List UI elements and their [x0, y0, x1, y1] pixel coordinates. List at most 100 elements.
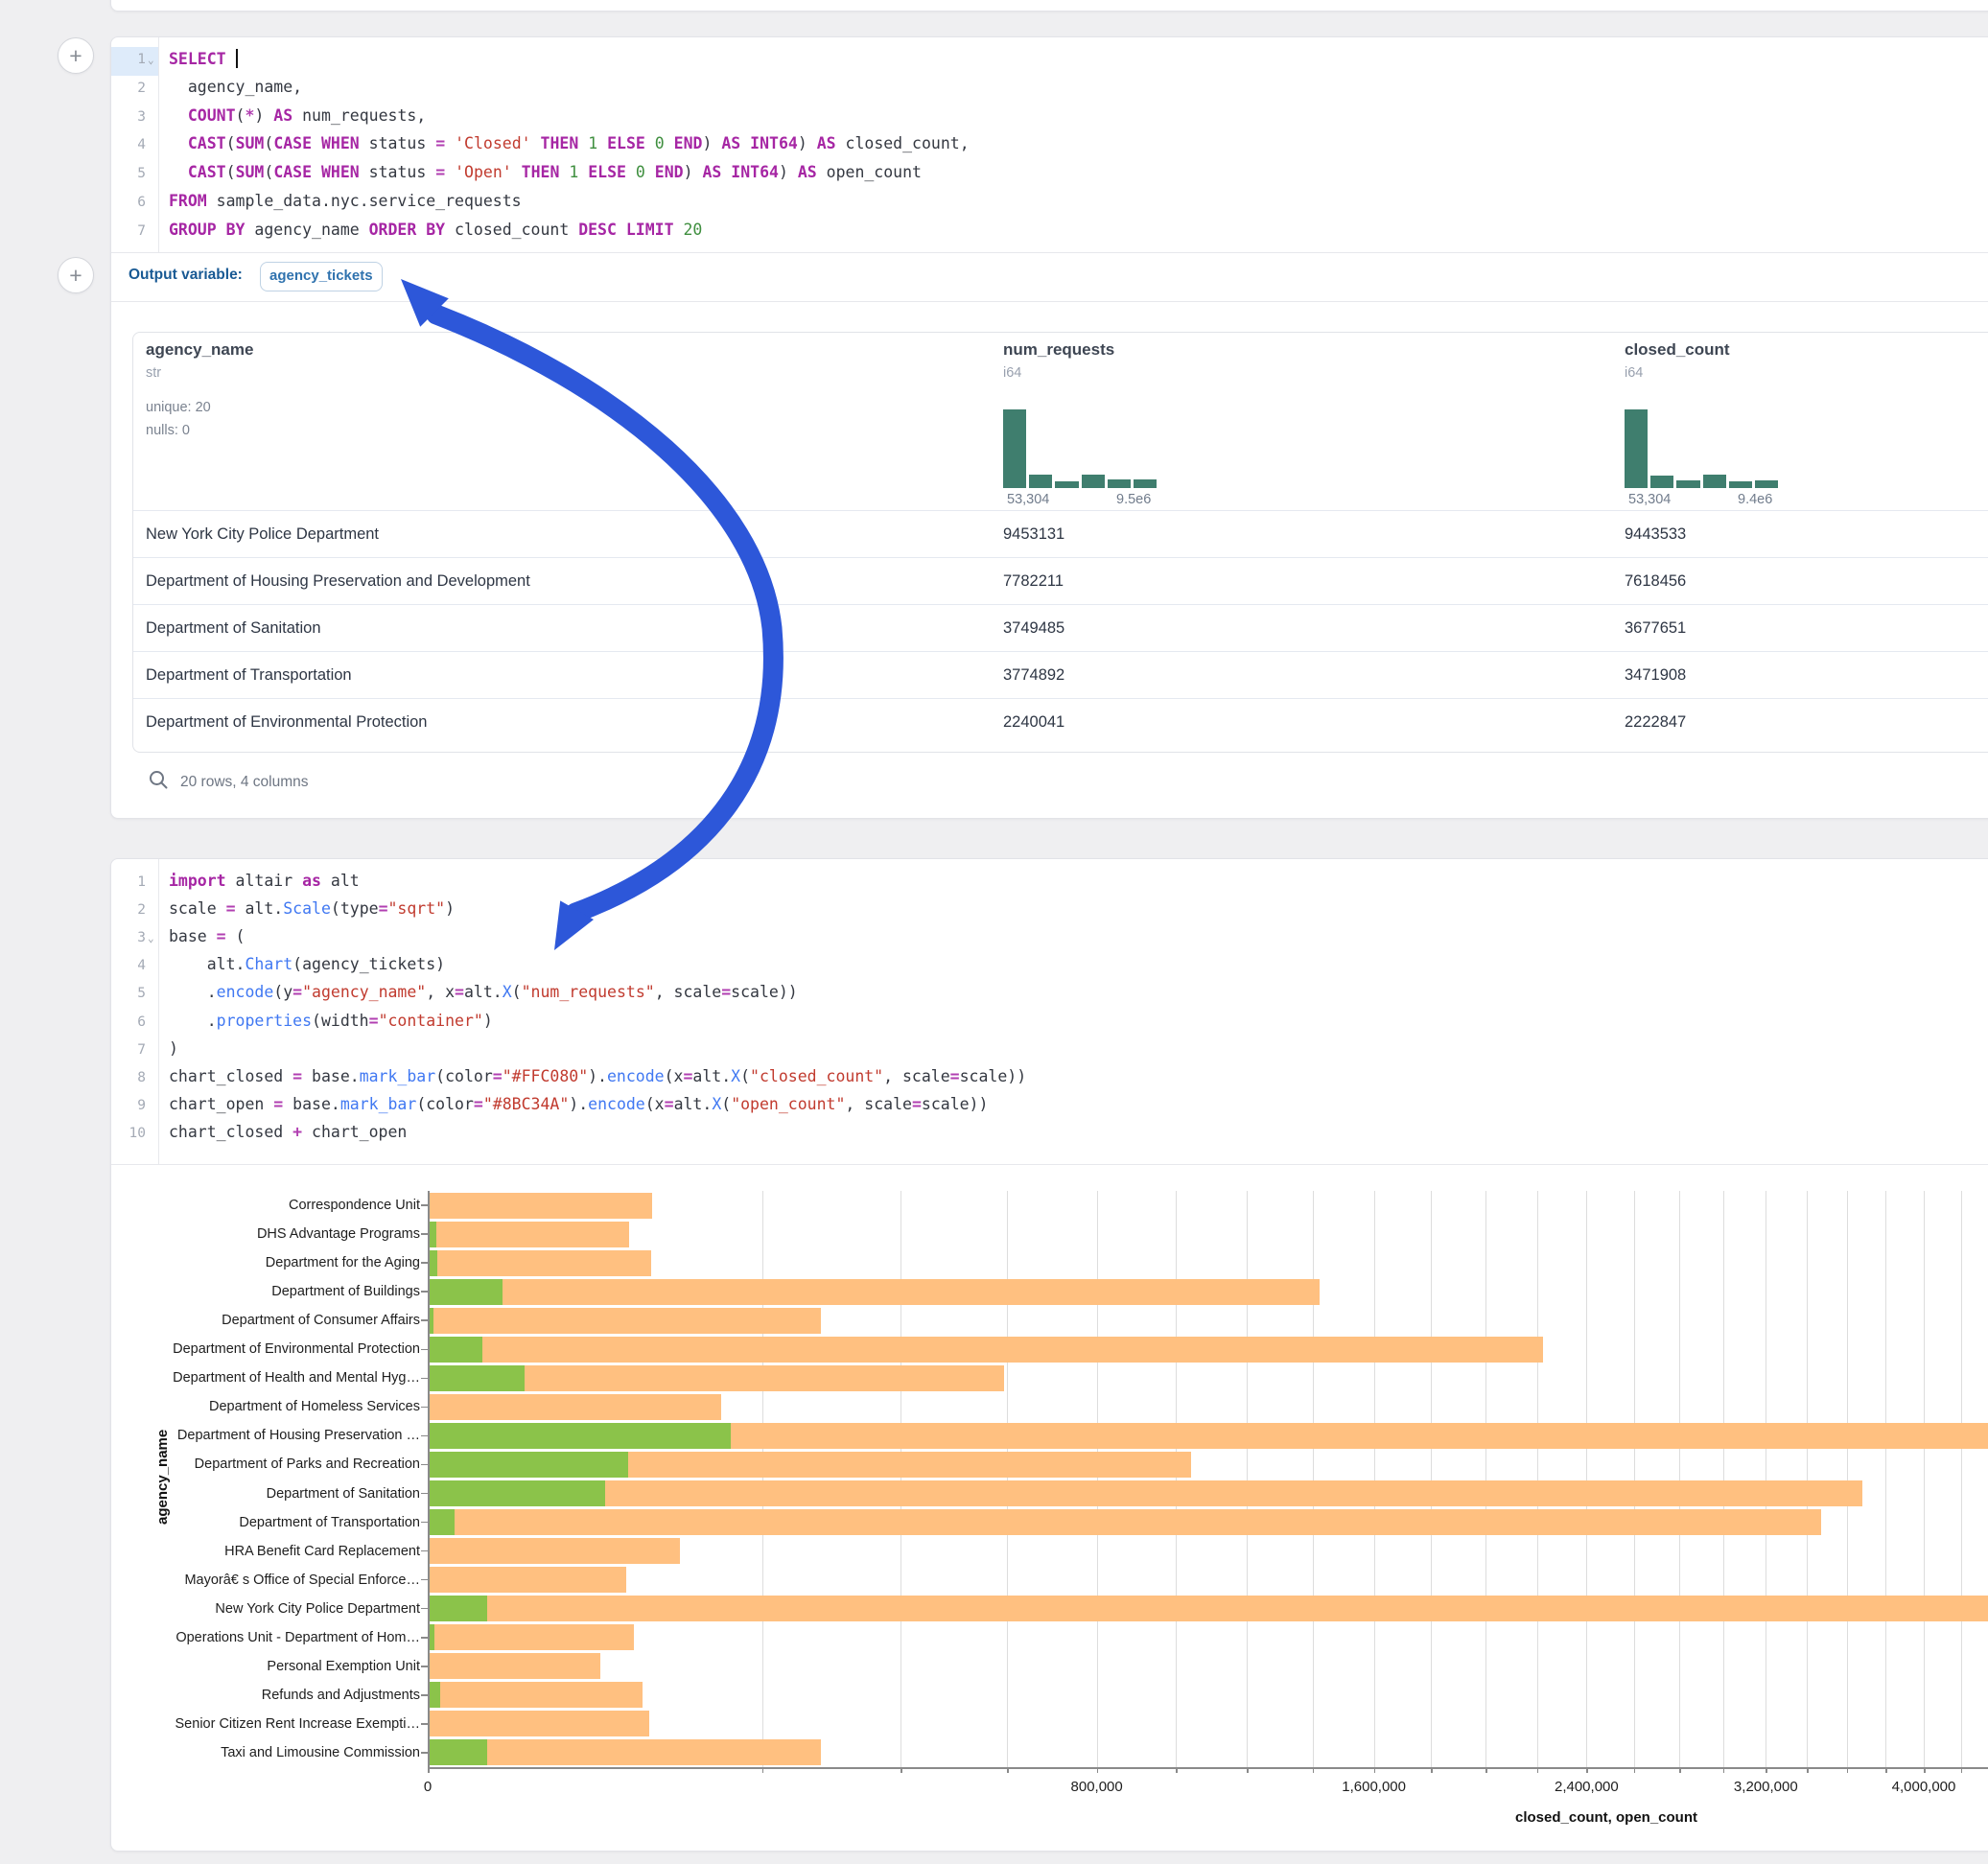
previous-cell-fragment	[110, 0, 1988, 12]
code-token: CAST	[188, 163, 226, 181]
histogram-min-label: 53,304	[1628, 492, 1671, 507]
code-token	[312, 163, 321, 181]
x-axis-tick-label: 4,000,000	[1892, 1779, 1956, 1795]
x-axis-tick	[1961, 1767, 1963, 1773]
code-token: AS	[702, 163, 721, 181]
chart-gridline	[1431, 1191, 1432, 1767]
table-cell: 2240041	[1003, 699, 1064, 746]
y-axis-label: Senior Citizen Rent Increase Exempti…	[175, 1716, 420, 1732]
code-token: scale	[169, 899, 226, 918]
python-editor-gutter[interactable]: 123⌄45678910	[111, 859, 159, 1164]
code-line: SELECT	[169, 49, 238, 68]
code-token: chart_open	[302, 1123, 407, 1141]
code-token: (	[226, 927, 246, 945]
code-token	[169, 134, 188, 152]
chart-gridline	[1537, 1191, 1538, 1767]
fold-chevron-icon[interactable]: ⌄	[148, 54, 154, 66]
y-axis-label: Department of Environmental Protection	[173, 1341, 420, 1357]
code-token	[626, 163, 636, 181]
code-token: "num_requests"	[522, 983, 655, 1001]
x-axis-tick	[1313, 1767, 1315, 1773]
sql-code-editor[interactable]: 1⌄234567 SELECT agency_name, COUNT(*) AS…	[111, 37, 1988, 252]
code-token: "#FFC080"	[503, 1067, 588, 1085]
y-axis-label: Department of Housing Preservation …	[177, 1428, 420, 1443]
code-token	[169, 163, 188, 181]
y-axis-label: Taxi and Limousine Commission	[221, 1745, 420, 1760]
y-axis-label: Department of Homeless Services	[209, 1399, 420, 1414]
code-line: COUNT(*) AS num_requests,	[169, 106, 426, 125]
line-number: 7	[111, 223, 146, 239]
code-token	[578, 163, 588, 181]
code-token: =	[292, 1067, 302, 1085]
bar-open_count	[428, 1337, 482, 1363]
y-axis-tick	[421, 1637, 428, 1639]
column-header[interactable]: agency_name	[146, 340, 253, 360]
code-line: .encode(y="agency_name", x=alt.X("num_re…	[169, 983, 798, 1001]
code-token	[531, 134, 541, 152]
code-token	[578, 134, 588, 152]
dataframe-preview-table[interactable]: agency_namestrunique: 20nulls: 0num_requ…	[132, 332, 1988, 753]
code-line: chart_closed + chart_open	[169, 1123, 407, 1141]
histogram-bar	[1108, 479, 1131, 488]
bar-open_count	[428, 1423, 731, 1449]
code-token: , scale	[845, 1095, 912, 1113]
code-token: ).	[588, 1067, 607, 1085]
histogram-bar	[1703, 475, 1726, 488]
table-cell: 3749485	[1003, 605, 1064, 652]
python-code-editor[interactable]: 123⌄45678910 import altair as altscale =…	[111, 859, 1988, 1164]
line-number: 2	[111, 902, 146, 918]
code-token: alt.	[692, 1067, 731, 1085]
code-token	[169, 106, 188, 125]
add-cell-button-top[interactable]: +	[58, 37, 94, 74]
code-token: base.	[302, 1067, 360, 1085]
line-number: 6	[111, 1014, 146, 1030]
bar-open_count	[428, 1682, 440, 1708]
y-axis-domain-line	[428, 1191, 430, 1767]
add-cell-button-output[interactable]: +	[58, 257, 94, 293]
code-token	[217, 221, 226, 239]
line-number: 5	[111, 166, 146, 181]
fold-chevron-icon[interactable]: ⌄	[148, 932, 154, 944]
search-icon[interactable]	[148, 769, 169, 790]
bar-open_count	[428, 1279, 503, 1305]
x-axis-tick	[1431, 1767, 1433, 1773]
code-token: AS	[817, 134, 836, 152]
code-token: 0	[636, 163, 645, 181]
y-axis-label: Department of Health and Mental Hyg…	[173, 1370, 420, 1386]
code-token: FROM	[169, 192, 207, 210]
y-axis-tick	[421, 1319, 428, 1321]
code-token: status	[360, 163, 435, 181]
code-line: CAST(SUM(CASE WHEN status = 'Open' THEN …	[169, 163, 922, 181]
x-axis-tick	[1766, 1767, 1767, 1773]
chart-gridline	[1961, 1191, 1962, 1767]
column-header[interactable]: closed_count	[1625, 340, 1730, 360]
code-token: )	[798, 134, 817, 152]
sql-editor-gutter[interactable]: 1⌄234567	[111, 37, 159, 252]
code-token	[617, 221, 626, 239]
y-axis-label: Department of Buildings	[271, 1284, 420, 1299]
column-header[interactable]: num_requests	[1003, 340, 1114, 360]
code-token: SUM	[236, 134, 265, 152]
x-axis-tick	[1537, 1767, 1539, 1773]
code-token: =	[455, 983, 464, 1001]
code-line: FROM sample_data.nyc.service_requests	[169, 192, 522, 210]
table-row: Department of Housing Preservation and D…	[133, 557, 1988, 605]
code-token: scale))	[731, 983, 798, 1001]
code-token: chart_closed	[169, 1123, 292, 1141]
output-variable-pill[interactable]: agency_tickets	[260, 262, 383, 291]
column-histogram	[1003, 409, 1157, 488]
histogram-bar	[1055, 481, 1078, 488]
code-token	[645, 134, 655, 152]
code-token: *	[245, 106, 254, 125]
x-axis-tick-label: 0	[424, 1779, 432, 1795]
notebook-page: + + 1⌄234567 SELECT agency_name, COUNT(*…	[0, 0, 1988, 1864]
chart-gridline	[1247, 1191, 1248, 1767]
bar-closed_count	[428, 1308, 821, 1334]
chart-gridline	[1634, 1191, 1635, 1767]
code-token: AS	[798, 163, 817, 181]
code-token: =	[292, 983, 302, 1001]
code-token: sample_data.nyc.service_requests	[207, 192, 522, 210]
code-token: "container"	[379, 1012, 483, 1030]
code-token: (x	[645, 1095, 665, 1113]
x-axis-tick	[1485, 1767, 1487, 1773]
